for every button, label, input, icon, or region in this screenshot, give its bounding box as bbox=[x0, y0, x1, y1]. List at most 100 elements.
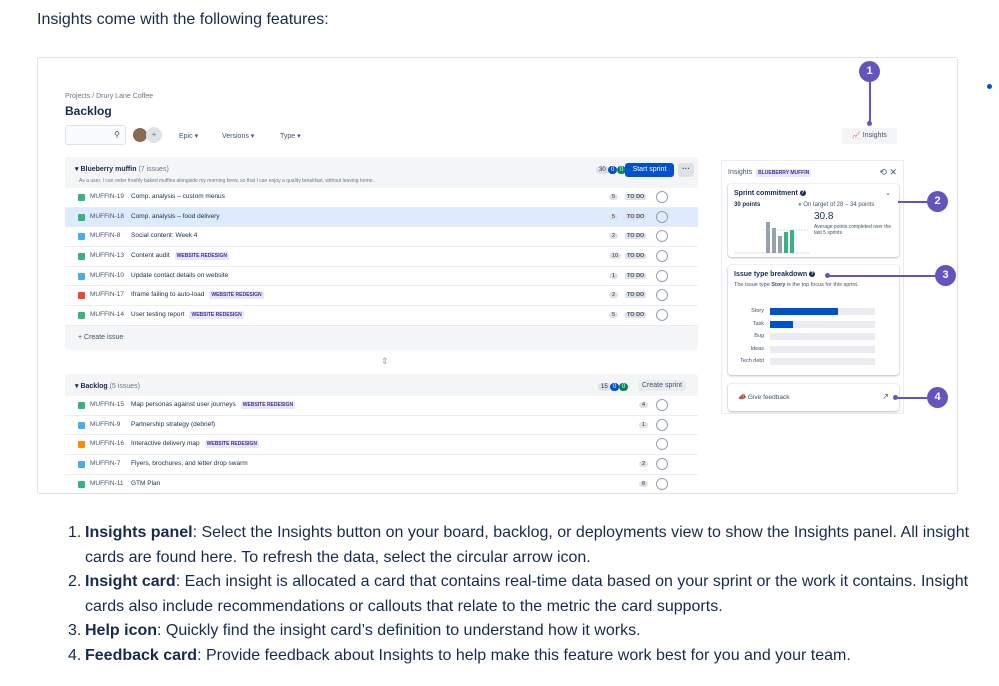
feedback-label[interactable]: 📣 Give feedback bbox=[738, 393, 789, 401]
issue-row[interactable]: MUFFIN-19 Comp. analysis – custom menus 5 T… bbox=[65, 188, 698, 208]
callout-4: 4 bbox=[927, 387, 948, 408]
status-badge[interactable]: TO DO bbox=[625, 272, 647, 279]
feature-text: : Quickly find the insight card’s defini… bbox=[157, 622, 641, 639]
commitment-status: ● On target of 28 – 34 points bbox=[798, 202, 875, 208]
bar-label: Story bbox=[751, 308, 764, 314]
assignee-avatar-icon[interactable] bbox=[656, 399, 668, 411]
issue-type-breakdown-card: Issue type breakdown ? The issue type St… bbox=[728, 265, 899, 375]
epic-label[interactable]: WEBSITE REDESIGN bbox=[209, 291, 264, 300]
issue-summary: Social content: Week 4 bbox=[131, 232, 198, 240]
issue-row[interactable]: MUFFIN-16 Interactive delivery map WEBSITE… bbox=[65, 435, 698, 456]
issue-summary: Update contact details on website bbox=[131, 271, 229, 279]
estimate-badge: 10 bbox=[609, 253, 622, 260]
improvement-type-icon bbox=[78, 441, 85, 449]
issue-row[interactable]: MUFFIN-9 Partnership strategy (debrief) 1 bbox=[65, 415, 698, 436]
assignee-avatar-icon[interactable] bbox=[656, 309, 668, 322]
filter-versions[interactable]: Versions ▾ bbox=[222, 132, 254, 140]
chart-bar bbox=[778, 236, 782, 253]
task-type-icon bbox=[78, 272, 85, 280]
assignee-avatar-icon[interactable] bbox=[656, 230, 668, 243]
filter-epic[interactable]: Epic ▾ bbox=[179, 132, 198, 140]
estimate-badge: 5 bbox=[609, 213, 619, 220]
assignee-avatar-icon[interactable] bbox=[656, 210, 668, 223]
issue-row[interactable]: MUFFIN-10 Update contact details on websi… bbox=[65, 266, 698, 287]
refresh-close-icons[interactable]: ⟲ ✕ bbox=[879, 167, 897, 178]
issue-row[interactable]: MUFFIN-7 Flyers, brochures, and letter dr… bbox=[65, 455, 698, 475]
issue-key[interactable]: MUFFIN-9 bbox=[90, 421, 120, 428]
backlog-issue-list: MUFFIN-15 Map personas against user journ… bbox=[65, 396, 698, 493]
issue-summary: Map personas against user journeys WEBSIT… bbox=[131, 401, 296, 409]
breadcrumb[interactable]: Projects / Drury Lane Coffee bbox=[65, 93, 153, 100]
assignee-avatar-icon[interactable] bbox=[656, 250, 668, 263]
status-badge[interactable]: TO DO bbox=[625, 312, 647, 319]
assignee-avatar-icon[interactable] bbox=[656, 269, 668, 282]
drag-handle-icon[interactable]: ⇕ bbox=[381, 356, 389, 367]
filter-type[interactable]: Type ▾ bbox=[280, 132, 301, 140]
search-icon: ⚲ bbox=[114, 130, 120, 139]
epic-label[interactable]: WEBSITE REDESIGN bbox=[204, 440, 259, 449]
sprint-header[interactable]: ▾ Blueberry muffin (7 issues) bbox=[75, 165, 169, 173]
story-type-icon bbox=[78, 480, 85, 488]
status-badge[interactable]: TO DO bbox=[625, 292, 647, 299]
estimate-badge: 2 bbox=[609, 292, 619, 299]
help-icon[interactable]: ? bbox=[809, 271, 816, 278]
assignee-avatar-icon[interactable] bbox=[656, 289, 668, 302]
chart-bar bbox=[766, 222, 770, 253]
megaphone-icon: 📣 bbox=[738, 394, 747, 401]
breakdown-description: The issue type Story is the top focus fo… bbox=[734, 282, 859, 288]
create-sprint-button[interactable]: Create sprint bbox=[638, 380, 687, 391]
add-people-icon[interactable]: + bbox=[146, 127, 162, 143]
backlog-screenshot-frame: Projects / Drury Lane Coffee Backlog ⚲ +… bbox=[37, 57, 958, 494]
insights-button[interactable]: 📈 Insights bbox=[842, 128, 897, 144]
issue-key[interactable]: MUFFIN-15 bbox=[90, 401, 124, 408]
chart-bar bbox=[790, 230, 794, 253]
issue-key[interactable]: MUFFIN-18 bbox=[90, 213, 124, 220]
intro-text: Insights come with the following feature… bbox=[37, 11, 329, 28]
chevron-down-icon[interactable]: ⌄ bbox=[885, 189, 891, 197]
task-type-icon bbox=[78, 421, 85, 429]
external-link-icon[interactable]: ↗ bbox=[882, 392, 889, 401]
epic-label[interactable]: WEBSITE REDESIGN bbox=[174, 252, 229, 261]
create-issue-button[interactable]: + Create issue bbox=[78, 334, 123, 341]
issue-row[interactable]: MUFFIN-13 Content audit WEBSITE REDESIGN 10… bbox=[65, 247, 698, 267]
issue-key[interactable]: MUFFIN-8 bbox=[90, 232, 120, 239]
start-sprint-button[interactable]: Start sprint bbox=[625, 163, 674, 177]
status-badge[interactable]: TO DO bbox=[625, 253, 647, 260]
estimate-badge: 2 bbox=[609, 233, 619, 240]
assignee-avatar-icon[interactable] bbox=[656, 458, 668, 471]
issue-key[interactable]: MUFFIN-19 bbox=[90, 193, 124, 200]
issue-key[interactable]: MUFFIN-17 bbox=[90, 291, 124, 298]
card-title: Sprint commitment ? bbox=[734, 190, 806, 197]
status-badge[interactable]: TO DO bbox=[625, 213, 647, 220]
issue-row[interactable]: MUFFIN-14 User testing report WEBSITE REDE… bbox=[65, 306, 698, 326]
bar-track bbox=[770, 345, 875, 353]
more-button[interactable]: ··· bbox=[678, 163, 694, 177]
story-type-icon bbox=[78, 213, 85, 221]
issue-row[interactable]: MUFFIN-15 Map personas against user journ… bbox=[65, 396, 698, 416]
assignee-avatar-icon[interactable] bbox=[656, 438, 668, 451]
backlog-header[interactable]: ▾ Backlog (5 issues) bbox=[75, 382, 140, 390]
issue-row[interactable]: MUFFIN-11 GTM Plan 8 bbox=[65, 474, 698, 493]
issue-key[interactable]: MUFFIN-11 bbox=[90, 480, 123, 487]
issue-row[interactable]: MUFFIN-8 Social content: Week 4 2 TO DO bbox=[65, 227, 698, 248]
issue-key[interactable]: MUFFIN-10 bbox=[90, 272, 124, 279]
epic-label[interactable]: WEBSITE REDESIGN bbox=[189, 311, 244, 320]
assignee-avatar-icon[interactable] bbox=[656, 477, 668, 490]
help-icon[interactable]: ? bbox=[799, 190, 806, 197]
assignee-avatar-icon[interactable] bbox=[656, 418, 668, 431]
issue-row[interactable]: MUFFIN-18 Comp. analysis – food delivery 5… bbox=[65, 207, 698, 228]
bar-track bbox=[770, 308, 875, 315]
issue-row[interactable]: MUFFIN-17 Iframe failing to auto-load WEBS… bbox=[65, 286, 698, 307]
issue-key[interactable]: MUFFIN-13 bbox=[90, 252, 124, 259]
assignee-avatar-icon[interactable] bbox=[656, 191, 668, 203]
search-input[interactable]: ⚲ bbox=[65, 125, 126, 145]
bar-track bbox=[770, 358, 875, 365]
issue-key[interactable]: MUFFIN-16 bbox=[90, 440, 124, 447]
feature-number: 4. bbox=[68, 646, 82, 664]
status-badge[interactable]: TO DO bbox=[625, 194, 647, 200]
issue-key[interactable]: MUFFIN-14 bbox=[90, 311, 124, 318]
issue-key[interactable]: MUFFIN-7 bbox=[90, 460, 120, 467]
status-badge[interactable]: TO DO bbox=[625, 233, 647, 240]
feedback-card[interactable]: 📣 Give feedback ↗ bbox=[728, 384, 899, 411]
epic-label[interactable]: WEBSITE REDESIGN bbox=[240, 401, 296, 409]
